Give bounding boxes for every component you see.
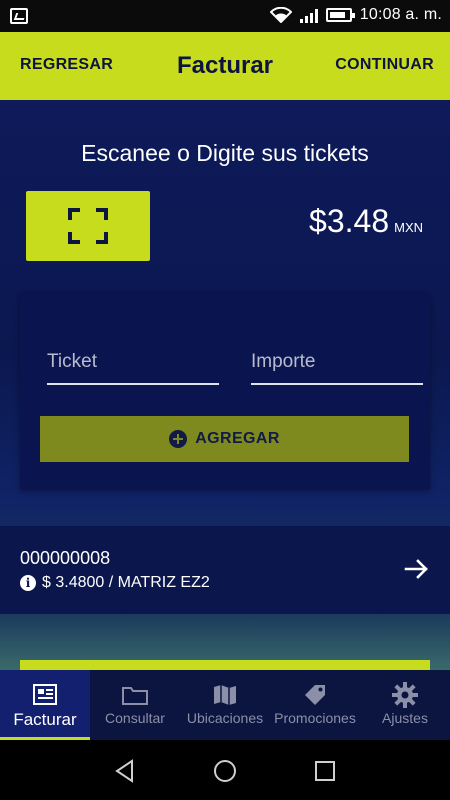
ticket-placeholder: Ticket: [47, 351, 97, 372]
add-ticket-label: AGREGAR: [195, 430, 280, 447]
tab-ajustes[interactable]: Ajustes: [360, 670, 450, 740]
wifi-icon: [269, 7, 292, 23]
importe-underline: [251, 383, 423, 385]
ticket-input[interactable]: Ticket: [47, 351, 219, 385]
info-icon: i: [20, 575, 36, 591]
total-currency: MXN: [394, 220, 423, 235]
ticket-detail: $ 3.4800 / MATRIZ EZ2: [42, 574, 210, 591]
tab-facturar[interactable]: Facturar: [0, 670, 90, 740]
gear-icon: [392, 682, 418, 708]
add-ticket-button[interactable]: AGREGAR: [40, 416, 409, 462]
signal-icon: [299, 7, 318, 23]
ticket-form-card: Ticket Importe AGREGAR: [20, 293, 430, 489]
ticket-detail-row: i $ 3.4800 / MATRIZ EZ2: [20, 574, 210, 592]
tab-promociones[interactable]: Promociones: [270, 670, 360, 740]
system-nav-bar: [0, 740, 450, 800]
tab-ajustes-label: Ajustes: [382, 710, 428, 726]
folder-icon: [122, 687, 148, 705]
status-right: 10:08 a. m.: [269, 6, 442, 24]
tab-ubicaciones[interactable]: Ubicaciones: [180, 670, 270, 740]
map-icon: [214, 685, 236, 705]
tab-facturar-label: Facturar: [13, 710, 77, 729]
tab-promociones-label: Promociones: [274, 710, 356, 726]
tab-consultar-label: Consultar: [105, 710, 165, 726]
tab-ubicaciones-label: Ubicaciones: [186, 710, 264, 726]
bottom-tab-bar: Facturar Consultar Ubicaciones Promocion…: [0, 670, 450, 740]
importe-placeholder: Importe: [251, 351, 316, 372]
ticket-underline: [47, 383, 219, 385]
importe-input[interactable]: Importe: [251, 351, 423, 385]
scan-button[interactable]: [26, 191, 150, 261]
status-time: 10:08 a. m.: [359, 6, 442, 23]
invoice-icon: [33, 684, 57, 705]
continue-button[interactable]: CONTINUAR: [335, 56, 434, 74]
nav-recents-icon[interactable]: [312, 758, 338, 784]
total-amount: $3.48: [309, 203, 390, 239]
ticket-number: 000000008: [20, 548, 111, 568]
ticket-list-item[interactable]: 000000008 i $ 3.4800 / MATRIZ EZ2: [0, 526, 450, 614]
add-circle-icon: [169, 430, 188, 448]
tab-consultar[interactable]: Consultar: [90, 670, 180, 740]
bottom-action-strip[interactable]: [20, 660, 430, 670]
nav-back-icon[interactable]: [112, 758, 138, 784]
battery-icon: [325, 8, 355, 22]
tag-icon: [305, 685, 325, 705]
nav-home-icon[interactable]: [212, 758, 238, 784]
scan-heading: Escanee o Digite sus tickets: [81, 140, 369, 166]
status-bar: 10:08 a. m.: [0, 0, 450, 32]
scan-frame-icon: [68, 208, 108, 244]
arrow-right-icon[interactable]: [404, 556, 430, 582]
total-display: $3.48 MXN: [309, 203, 423, 240]
gallery-icon: [10, 8, 28, 24]
main-content: Escanee o Digite sus tickets $3.48 MXN T…: [0, 100, 450, 670]
app-bar: REGRESAR Facturar CONTINUAR: [0, 32, 450, 100]
